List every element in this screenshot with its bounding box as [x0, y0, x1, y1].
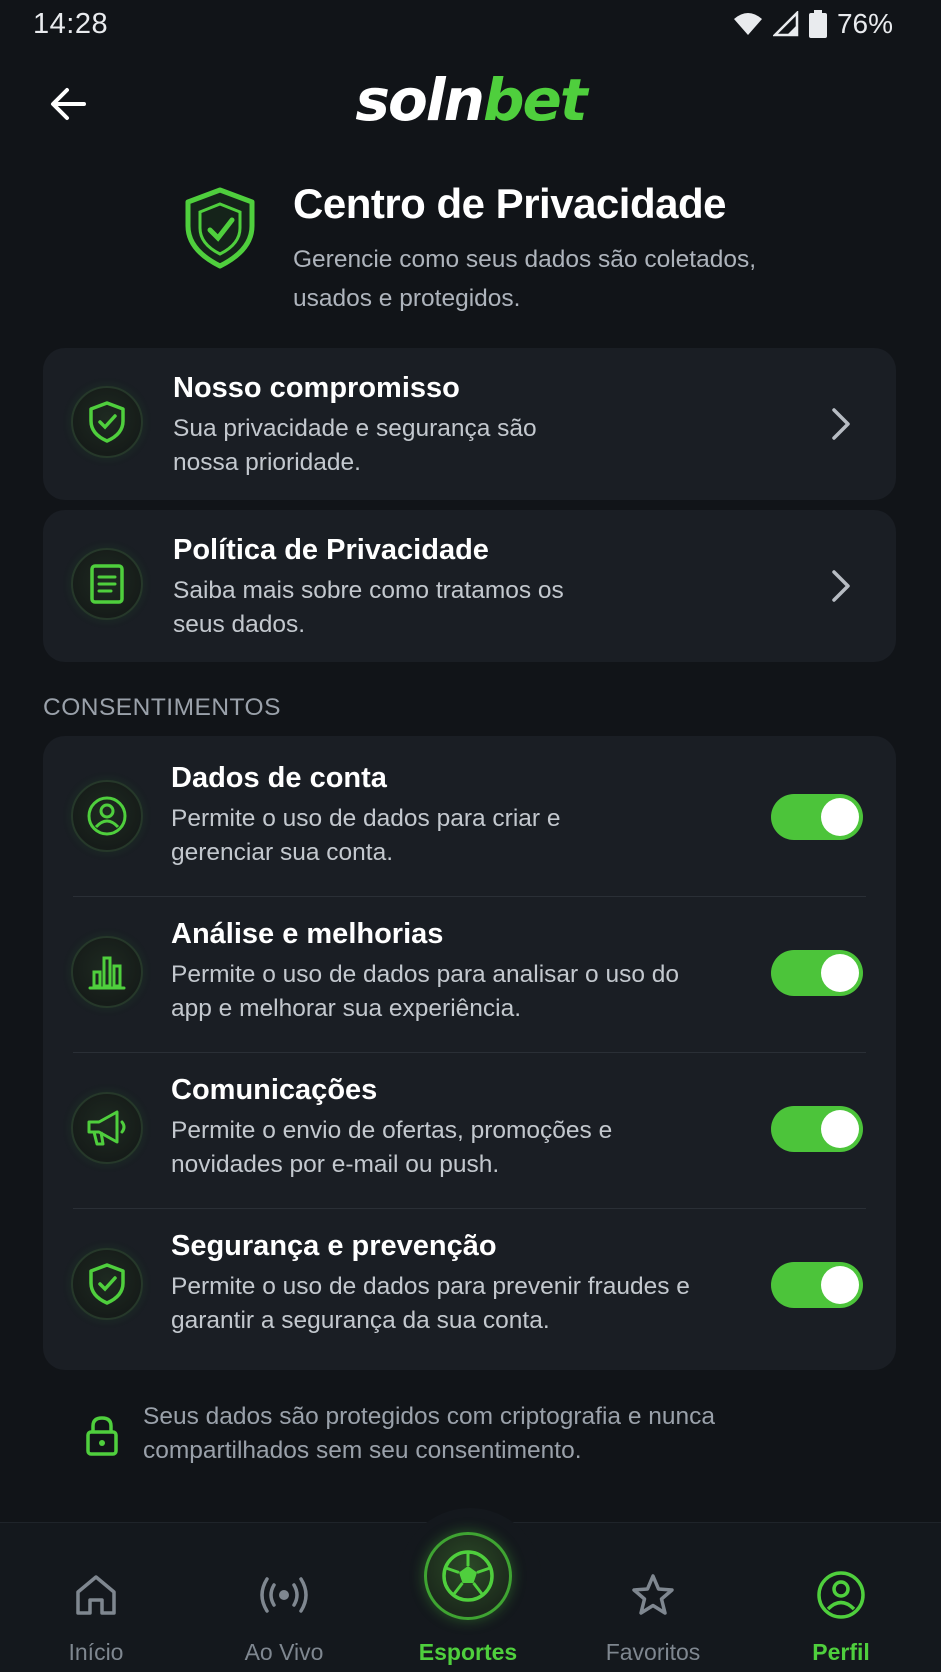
status-icons: 76%	[733, 8, 893, 40]
shield-check-icon	[71, 386, 143, 458]
signal-icon	[772, 11, 799, 37]
section-label-consents: CONSENTIMENTOS	[43, 694, 281, 721]
star-icon	[625, 1567, 681, 1623]
page-title: Centro de Privacidade	[293, 180, 726, 227]
toggle-communications[interactable]	[771, 1106, 863, 1152]
nav-item-perfil[interactable]: Perfil	[751, 1523, 931, 1672]
profile-icon	[813, 1567, 869, 1623]
nav-label: Perfil	[812, 1639, 870, 1665]
home-icon	[68, 1567, 124, 1623]
consent-title: Dados de conta	[171, 762, 387, 794]
megaphone-icon	[71, 1092, 143, 1164]
consent-title: Análise e melhorias	[171, 918, 444, 950]
wifi-icon	[733, 13, 762, 35]
nav-item-favoritos[interactable]: Favoritos	[563, 1523, 743, 1672]
toggle-knob	[821, 798, 859, 836]
toggle-knob	[821, 1110, 859, 1148]
footer-note: Seus dados são protegidos com criptograf…	[143, 1403, 716, 1464]
card-description: Sua privacidade e segurança são nossa pr…	[173, 415, 537, 476]
consent-title: Segurança e prevenção	[171, 1230, 497, 1262]
page-subtitle: Gerencie como seus dados são coletados, …	[293, 246, 757, 312]
nav-label: Esportes	[418, 1639, 518, 1665]
user-icon	[71, 780, 143, 852]
bar-chart-icon	[71, 936, 143, 1008]
consent-description: Permite o uso de dados para prevenir fra…	[171, 1273, 690, 1334]
chevron-right-icon[interactable]	[826, 404, 856, 444]
privacy-policy-card[interactable]: Política de Privacidade Saiba mais sobre…	[43, 510, 896, 662]
nav-item-ao-vivo[interactable]: Ao Vivo	[194, 1523, 374, 1672]
consent-title: Comunicações	[171, 1074, 378, 1106]
toggle-account-data[interactable]	[771, 794, 863, 840]
card-description: Saiba mais sobre como tratamos os seus d…	[173, 577, 564, 638]
divider	[73, 1208, 866, 1209]
battery-icon	[808, 10, 827, 38]
divider	[73, 1052, 866, 1053]
nav-label: Início	[68, 1639, 124, 1665]
document-icon	[71, 548, 143, 620]
nav-label: Favoritos	[605, 1639, 701, 1665]
status-time: 14:28	[33, 8, 109, 40]
consent-description: Permite o envio de ofertas, promoções e …	[171, 1117, 613, 1178]
consent-description: Permite o uso de dados para analisar o u…	[171, 961, 680, 1022]
live-broadcast-icon	[256, 1567, 312, 1623]
card-title: Política de Privacidade	[173, 534, 489, 566]
nav-item-inicio[interactable]: Início	[6, 1523, 186, 1672]
consent-description: Permite o uso de dados para criar e gere…	[171, 805, 561, 866]
toggle-knob	[821, 1266, 859, 1304]
shield-check-icon	[71, 1248, 143, 1320]
toggle-knob	[821, 954, 859, 992]
divider	[73, 896, 866, 897]
toggle-security[interactable]	[771, 1262, 863, 1308]
logo-text-white: soln	[355, 66, 485, 134]
lock-icon	[84, 1414, 120, 1458]
nav-label: Ao Vivo	[244, 1639, 324, 1665]
battery-percent: 76%	[836, 8, 893, 39]
chevron-right-icon[interactable]	[826, 566, 856, 606]
brand-logo: solnbet	[0, 66, 941, 134]
card-title: Nosso compromisso	[173, 372, 460, 404]
shield-icon	[180, 186, 260, 270]
toggle-analytics[interactable]	[771, 950, 863, 996]
soccer-ball-icon[interactable]	[424, 1532, 512, 1620]
commitment-card[interactable]: Nosso compromisso Sua privacidade e segu…	[43, 348, 896, 500]
consents-card: Dados de conta Permite o uso de dados pa…	[43, 736, 896, 1370]
logo-text-green: bet	[482, 66, 588, 134]
